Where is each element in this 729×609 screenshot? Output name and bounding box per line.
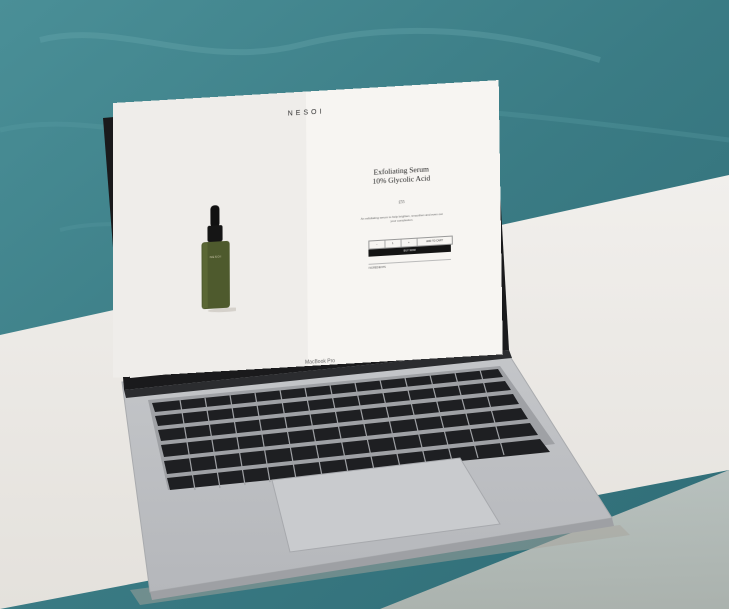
quantity-plus-button[interactable]: + [401,238,418,247]
bottle-label: NESOI [210,254,222,259]
serum-bottle-image: NESOI [201,205,237,313]
dropper-collar [207,225,223,243]
laptop-screen: NESOI NESOI Exfoliating Serum 10% Glycol… [113,80,503,378]
dropper-bulb [210,205,220,228]
product-details-panel [305,80,503,367]
quantity-minus-button[interactable]: − [369,240,386,249]
quantity-value: 1 [385,239,402,248]
